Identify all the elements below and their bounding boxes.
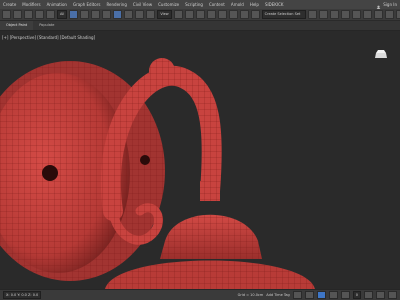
tab-populate[interactable]: Populate	[33, 21, 60, 30]
snaps-toggle[interactable]	[206, 10, 216, 19]
keyboard-shortcut-toggle[interactable]	[195, 10, 205, 19]
select-place-button[interactable]	[146, 10, 156, 19]
sign-in-link[interactable]: Sign In	[383, 2, 397, 7]
spinner-snap-toggle[interactable]	[239, 10, 249, 19]
rendered-frame-window-button[interactable]	[384, 10, 394, 19]
main-toolbar: All View Create Selection Set	[0, 9, 400, 21]
reference-coordinate-dropdown[interactable]: View	[157, 10, 172, 19]
menu-modifiers[interactable]: Modifiers	[19, 0, 43, 9]
select-object-button[interactable]	[69, 10, 79, 19]
next-frame-button[interactable]	[328, 291, 338, 299]
ribbon-tabs: Object Paint Populate	[0, 21, 400, 31]
select-manipulate-button[interactable]	[184, 10, 194, 19]
current-frame-field[interactable]: 0	[352, 291, 361, 299]
go-to-start-button[interactable]	[292, 291, 302, 299]
app-window: Create Modifiers Animation Graph Editors…	[0, 0, 400, 300]
pan-button[interactable]	[388, 291, 397, 299]
layer-explorer-button[interactable]	[329, 10, 339, 19]
play-button[interactable]	[316, 291, 326, 299]
grid-readout: Grid = 10.0cm	[237, 293, 264, 297]
menu-content[interactable]: Content	[206, 0, 228, 9]
collar-mesh	[200, 181, 220, 201]
angle-snap-toggle[interactable]	[217, 10, 227, 19]
edit-named-selection-button[interactable]	[250, 10, 260, 19]
go-to-end-button[interactable]	[340, 291, 350, 299]
status-bar: X: 0.0 Y: 0.0 Z: 0.0 Grid = 10.0cm Add T…	[0, 289, 400, 300]
redo-button[interactable]	[13, 10, 22, 19]
link-button[interactable]	[24, 10, 33, 19]
menu-graph-editors[interactable]: Graph Editors	[70, 0, 103, 9]
window-crossing-button[interactable]	[102, 10, 112, 19]
menu-civil-view[interactable]: Civil View	[130, 0, 155, 9]
zoom-button[interactable]	[364, 291, 373, 299]
rectangular-selection-button[interactable]	[91, 10, 101, 19]
percent-snap-toggle[interactable]	[228, 10, 238, 19]
perspective-viewport[interactable]: [+] [Perspective] [Standard] [Default Sh…	[0, 31, 400, 289]
tab-object-paint[interactable]: Object Paint	[0, 21, 34, 30]
select-by-name-button[interactable]	[80, 10, 90, 19]
menu-help[interactable]: Help	[247, 0, 262, 9]
named-selection-set-field[interactable]: Create Selection Set	[261, 10, 306, 19]
render-production-button[interactable]	[395, 10, 400, 19]
menu-customize[interactable]: Customize	[155, 0, 182, 9]
orbit-button[interactable]	[376, 291, 385, 299]
previous-frame-button[interactable]	[304, 291, 314, 299]
align-button[interactable]	[318, 10, 328, 19]
viewport-label[interactable]: [+] [Perspective] [Standard] [Default Sh…	[2, 35, 95, 40]
curve-editor-button[interactable]	[340, 10, 350, 19]
schematic-view-button[interactable]	[351, 10, 361, 19]
undo-button[interactable]	[2, 10, 11, 19]
viewcube-icon[interactable]	[374, 45, 388, 58]
pivot-center-button[interactable]	[173, 10, 183, 19]
menu-arnold[interactable]: Arnold	[228, 0, 247, 9]
menu-animation[interactable]: Animation	[44, 0, 70, 9]
menu-scripting[interactable]: Scripting	[182, 0, 206, 9]
mirror-button[interactable]	[307, 10, 317, 19]
bind-space-warp-button[interactable]	[46, 10, 55, 19]
select-move-button[interactable]	[113, 10, 123, 19]
select-scale-button[interactable]	[135, 10, 145, 19]
select-rotate-button[interactable]	[124, 10, 134, 19]
material-editor-button[interactable]	[362, 10, 372, 19]
viewport-scene	[0, 58, 315, 289]
menu-create[interactable]: Create	[0, 0, 19, 9]
menu-rendering[interactable]: Rendering	[103, 0, 129, 9]
add-time-tag-button[interactable]: Add Time Tag	[266, 293, 290, 297]
selection-filter-dropdown[interactable]: All	[57, 10, 68, 19]
render-setup-button[interactable]	[373, 10, 383, 19]
unlink-button[interactable]	[35, 10, 44, 19]
menu-sidekick[interactable]: SIDEKICK	[262, 0, 287, 9]
coordinate-readout: X: 0.0 Y: 0.0 Z: 0.0	[3, 291, 42, 299]
